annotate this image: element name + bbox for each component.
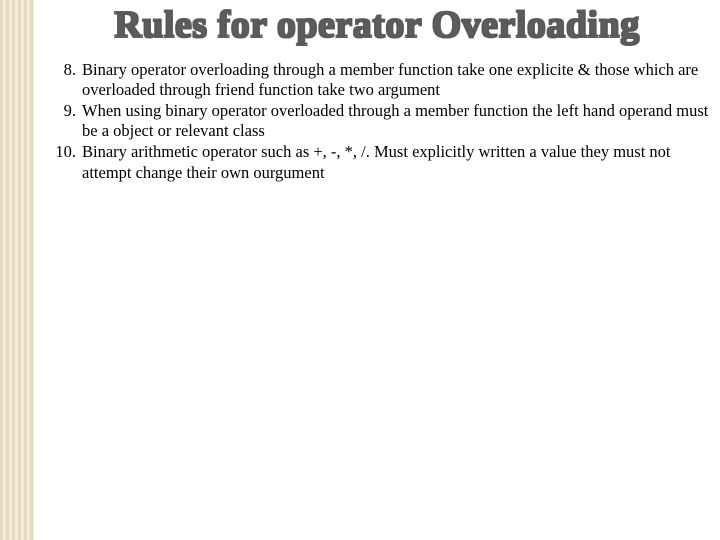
- list-item-text: Binary arithmetic operator such as +, -,…: [82, 142, 712, 182]
- list-item: 8. Binary operator overloading through a…: [54, 60, 712, 100]
- slide-content: Rules for operator Overloading 8. Binary…: [34, 0, 720, 540]
- list-item-text: Binary operator overloading through a me…: [82, 60, 712, 100]
- list-item-text: When using binary operator overloaded th…: [82, 101, 712, 141]
- slide-title: Rules for operator Overloading: [34, 0, 720, 60]
- list-item: 9. When using binary operator overloaded…: [54, 101, 712, 141]
- decorative-left-stripe: [0, 0, 34, 540]
- list-item: 10. Binary arithmetic operator such as +…: [54, 142, 712, 182]
- rules-list: 8. Binary operator overloading through a…: [34, 60, 720, 183]
- list-item-number: 10.: [54, 142, 82, 182]
- list-item-number: 8.: [54, 60, 82, 100]
- list-item-number: 9.: [54, 101, 82, 141]
